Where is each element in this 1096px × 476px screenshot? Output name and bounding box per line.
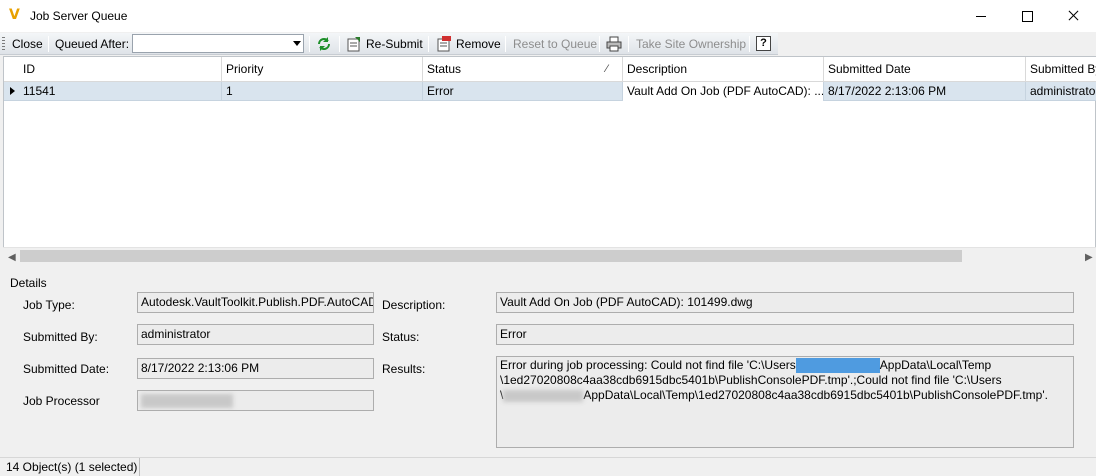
table-row[interactable]: 11541 1 Error Vault Add On Job (PDF Auto… — [4, 82, 1096, 101]
toolbar-separator — [505, 36, 506, 52]
reset-to-queue-button[interactable]: Reset to Queue — [513, 36, 597, 52]
submitted-date-field[interactable]: 8/17/2022 2:13:06 PM — [137, 358, 374, 379]
redacted-username-highlight — [795, 358, 880, 373]
grid-header: ID Priority Status ⁄ Description Submitt… — [4, 57, 1096, 82]
toolbar-separator — [749, 36, 750, 52]
toolbar-separator — [48, 36, 49, 52]
cell-description: Vault Add On Job (PDF AutoCAD): ... — [623, 82, 824, 101]
toolbar-separator — [339, 36, 340, 52]
submitted-by-label: Submitted By: — [23, 330, 98, 344]
title-bar: V Job Server Queue — [0, 0, 1096, 32]
cell-status: Error — [423, 82, 623, 101]
cell-submitted-date: 8/17/2022 2:13:06 PM — [824, 82, 1026, 101]
help-icon[interactable]: ? — [756, 36, 771, 51]
column-header-id[interactable]: ID — [19, 57, 222, 82]
vault-logo-icon: V — [9, 7, 20, 23]
toolbar-grip[interactable] — [2, 37, 5, 51]
window-title: Job Server Queue — [30, 9, 128, 23]
submitted-date-label: Submitted Date: — [23, 362, 110, 376]
redacted-job-processor — [141, 393, 233, 408]
column-header-description[interactable]: Description — [623, 57, 824, 82]
scroll-right-icon[interactable]: ▶ — [1085, 252, 1093, 263]
resubmit-button[interactable]: Re-Submit — [366, 36, 423, 52]
queued-after-label: Queued After: — [55, 37, 130, 51]
scrollbar-thumb[interactable] — [20, 250, 962, 262]
submitted-by-field[interactable]: administrator — [137, 324, 374, 345]
status-label: Status: — [382, 330, 420, 344]
close-window-button[interactable] — [1050, 0, 1096, 32]
results-text-3: \1ed27020808c4aa38cdb6915dbc5401b\Publis… — [500, 373, 1002, 387]
sort-indicator-icon: ⁄ — [606, 63, 608, 75]
minimize-button[interactable] — [958, 0, 1004, 32]
printer-icon[interactable] — [606, 36, 622, 52]
status-bar: 14 Object(s) (1 selected) — [0, 457, 1096, 476]
toolbar: Close Queued After: Re-Submit Remove Res… — [0, 33, 778, 55]
toolbar-separator — [628, 36, 629, 52]
horizontal-scrollbar[interactable]: ◀ ▶ — [3, 247, 1096, 264]
details-section-label: Details — [10, 276, 47, 290]
toolbar-separator — [599, 36, 600, 52]
scroll-left-icon[interactable]: ◀ — [8, 252, 16, 263]
column-header-submitted-date[interactable]: Submitted Date — [824, 57, 1026, 82]
column-header-priority[interactable]: Priority — [222, 57, 423, 82]
job-type-label: Job Type: — [23, 298, 75, 312]
description-label: Description: — [382, 298, 446, 312]
job-processor-field[interactable] — [137, 390, 374, 411]
remove-button[interactable]: Remove — [456, 36, 501, 52]
status-bar-text: 14 Object(s) (1 selected) — [6, 460, 138, 474]
toolbar-separator — [309, 36, 310, 52]
job-processor-label: Job Processor — [23, 394, 100, 408]
cell-submitted-by: administrator — [1030, 84, 1096, 98]
results-text-1: Error during job processing: Could not f… — [500, 358, 796, 372]
toolbar-separator — [428, 36, 429, 52]
close-button[interactable]: Close — [12, 36, 43, 52]
refresh-icon[interactable] — [316, 36, 332, 52]
chevron-down-icon[interactable] — [293, 41, 301, 46]
queued-after-combo[interactable] — [132, 34, 304, 53]
column-header-status-label: Status — [427, 62, 462, 76]
resubmit-icon — [347, 37, 360, 52]
results-text-5: AppData\Local\Temp\1ed27020808c4aa38cdb6… — [583, 388, 1048, 402]
results-text-2: AppData\Local\Temp — [879, 358, 992, 372]
job-queue-grid[interactable]: ID Priority Status ⁄ Description Submitt… — [3, 56, 1096, 264]
redacted-username — [503, 389, 584, 402]
status-field[interactable]: Error — [496, 324, 1074, 345]
job-type-field[interactable]: Autodesk.VaultToolkit.Publish.PDF.AutoCA… — [137, 292, 374, 313]
cell-id: 11541 — [19, 82, 222, 101]
description-field[interactable]: Vault Add On Job (PDF AutoCAD): 101499.d… — [496, 292, 1074, 313]
column-header-status[interactable]: Status ⁄ — [423, 57, 623, 82]
status-bar-separator — [139, 458, 140, 476]
maximize-button[interactable] — [1004, 0, 1050, 32]
results-field[interactable]: Error during job processing: Could not f… — [496, 356, 1074, 448]
take-site-ownership-button[interactable]: Take Site Ownership — [636, 36, 746, 52]
cell-priority: 1 — [222, 82, 423, 101]
row-selector-icon — [10, 87, 15, 95]
column-header-submitted-by[interactable]: Submitted By — [1026, 57, 1096, 82]
remove-icon — [437, 36, 451, 52]
results-label: Results: — [382, 362, 426, 376]
